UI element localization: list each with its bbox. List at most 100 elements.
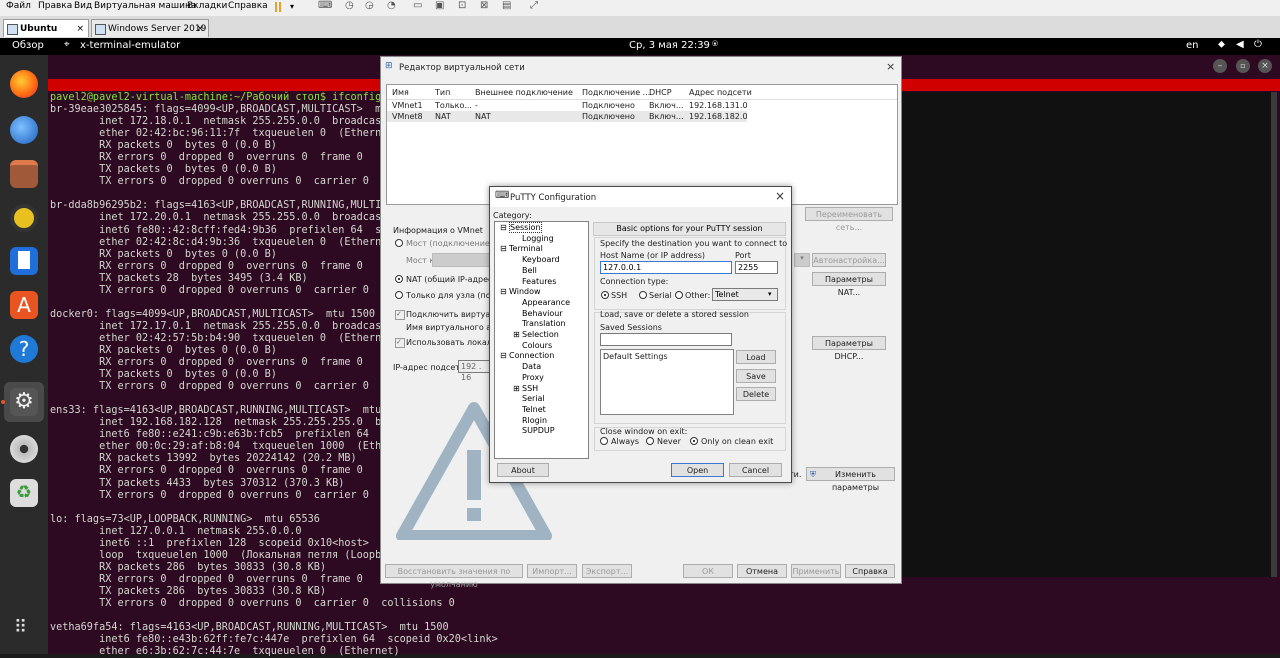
tree-item-bell[interactable]: Bell bbox=[513, 266, 537, 275]
tree-item-data[interactable]: Data bbox=[513, 362, 541, 371]
cancel-button[interactable]: Cancel bbox=[729, 463, 782, 477]
nat-radio[interactable] bbox=[395, 275, 403, 283]
always-radio[interactable] bbox=[600, 437, 608, 445]
serial-radio[interactable] bbox=[639, 291, 647, 299]
close-icon[interactable]: × bbox=[196, 20, 204, 38]
auto-settings-button[interactable]: Автонастройка... bbox=[812, 253, 886, 267]
tree-item-serial[interactable]: Serial bbox=[513, 394, 545, 403]
view-icon[interactable]: ▭ bbox=[413, 0, 422, 11]
snapshot-icon[interactable]: ◷ bbox=[345, 0, 354, 11]
chevron-down-icon[interactable]: ▾ bbox=[290, 2, 294, 11]
close-icon[interactable]: × bbox=[76, 20, 84, 38]
expander-icon[interactable]: ⊟ bbox=[500, 351, 509, 360]
save-button[interactable]: Save bbox=[736, 369, 776, 383]
app-menu[interactable]: x-terminal-emulator bbox=[80, 40, 180, 51]
delete-button[interactable]: Delete bbox=[736, 387, 776, 401]
snapshot-manager-icon[interactable]: ◔ bbox=[387, 0, 396, 11]
cancel-button[interactable]: Отмена bbox=[737, 564, 787, 578]
tree-item-keyboard[interactable]: Keyboard bbox=[513, 255, 560, 264]
menu-file[interactable]: Файл bbox=[6, 1, 31, 11]
unity-icon[interactable]: ▣ bbox=[435, 0, 444, 11]
open-button[interactable]: Open bbox=[671, 463, 724, 477]
nat-settings-button[interactable]: Параметры NAT... bbox=[812, 272, 886, 297]
tree-item-features[interactable]: Features bbox=[513, 277, 556, 286]
show-apps-icon[interactable]: ⠿ bbox=[14, 617, 27, 638]
about-button[interactable]: About bbox=[497, 463, 549, 477]
session-item[interactable]: Default Settings bbox=[603, 352, 668, 361]
rhythmbox-icon[interactable] bbox=[10, 204, 38, 232]
tree-item-proxy[interactable]: Proxy bbox=[513, 373, 544, 382]
dvd-icon[interactable] bbox=[10, 435, 38, 463]
activities-button[interactable]: Обзор bbox=[12, 40, 44, 51]
minimize-icon[interactable]: – bbox=[1213, 59, 1227, 73]
column-header[interactable]: Тип bbox=[435, 88, 450, 97]
tree-item-telnet[interactable]: Telnet bbox=[513, 405, 546, 414]
tree-item-connection[interactable]: ⊟ Connection bbox=[500, 351, 554, 360]
console-icon[interactable]: ▤ bbox=[502, 0, 511, 11]
expander-icon[interactable]: ⊞ bbox=[513, 384, 522, 393]
export-button[interactable]: Экспорт... bbox=[582, 564, 632, 578]
tree-item-supdup[interactable]: SUPDUP bbox=[513, 426, 555, 435]
gear-icon[interactable]: ⚙ bbox=[10, 388, 38, 416]
snapshot-restore-icon[interactable]: ◶ bbox=[365, 0, 374, 11]
scale-icon[interactable]: ⊠ bbox=[480, 0, 488, 11]
help-button[interactable]: Справка bbox=[845, 564, 895, 578]
maximize-icon[interactable]: ▫ bbox=[1236, 59, 1250, 73]
ok-button[interactable]: ОК bbox=[683, 564, 733, 578]
other-radio[interactable] bbox=[675, 291, 683, 299]
host-input[interactable]: 127.0.0.1 bbox=[600, 261, 732, 274]
table-row[interactable]: VMnet8 NAT NAT Подключено Включ... 192.168.18… bbox=[387, 111, 748, 122]
tree-item-ssh[interactable]: ⊞ SSH bbox=[513, 384, 538, 393]
keyboard-layout[interactable]: en bbox=[1186, 40, 1199, 51]
volume-icon[interactable]: ◀ bbox=[1236, 39, 1244, 50]
tab-ubuntu[interactable]: Ubuntu osnov × bbox=[3, 19, 89, 52]
connect-adapter-checkbox[interactable]: ✓ bbox=[395, 310, 405, 320]
bridge-radio[interactable] bbox=[395, 239, 403, 247]
thunderbird-icon[interactable] bbox=[10, 116, 38, 144]
column-header[interactable]: Внешнее подключение bbox=[475, 88, 573, 97]
stretch-icon[interactable]: ⤢ bbox=[530, 0, 538, 11]
change-settings-button[interactable]: ⛨ Изменить параметры bbox=[806, 467, 895, 492]
table-row[interactable]: VMnet1 Только... - Подключено Включ... 192.16… bbox=[387, 100, 748, 111]
rename-network-button[interactable]: Переименовать сеть... bbox=[805, 207, 893, 232]
network-icon[interactable]: ⬥ bbox=[1218, 39, 1225, 50]
column-header[interactable]: Адрес подсети bbox=[689, 88, 752, 97]
terminal-scrollbar[interactable] bbox=[1271, 92, 1277, 577]
tree-item-behaviour[interactable]: Behaviour bbox=[513, 309, 563, 318]
subnet-ip-input[interactable]: 192 . 16 bbox=[458, 360, 490, 382]
expander-icon[interactable]: ⊟ bbox=[500, 287, 509, 296]
power-icon[interactable]: ⏻ bbox=[1254, 39, 1262, 50]
tree-item-appearance[interactable]: Appearance bbox=[513, 298, 570, 307]
dhcp-checkbox[interactable]: ✓ bbox=[395, 338, 405, 348]
menu-help[interactable]: Справка bbox=[228, 1, 268, 11]
files-icon[interactable] bbox=[10, 160, 38, 188]
writer-icon[interactable] bbox=[10, 247, 38, 275]
import-button[interactable]: Импорт... bbox=[527, 564, 577, 578]
fullscreen-icon[interactable]: ⊡ bbox=[458, 0, 466, 11]
chevron-down-icon[interactable]: ▾ bbox=[794, 253, 810, 267]
trash-icon[interactable]: ♻ bbox=[10, 479, 38, 507]
tree-item-logging[interactable]: Logging bbox=[513, 234, 554, 243]
menu-edit[interactable]: Правка bbox=[38, 1, 72, 11]
expander-icon[interactable]: ⊞ bbox=[513, 330, 522, 339]
tree-item-rlogin[interactable]: Rlogin bbox=[513, 416, 547, 425]
close-icon[interactable]: × bbox=[886, 60, 895, 73]
software-icon[interactable]: A bbox=[10, 291, 38, 319]
close-icon[interactable]: × bbox=[775, 189, 785, 203]
clock[interactable]: Ср, 3 мая 22:39 bbox=[629, 40, 710, 51]
firefox-icon[interactable] bbox=[10, 70, 38, 98]
saved-session-input[interactable] bbox=[600, 333, 732, 346]
column-header[interactable]: Имя bbox=[392, 88, 409, 97]
apply-button[interactable]: Применить bbox=[791, 564, 841, 578]
tree-item-session[interactable]: ⊟ Session bbox=[500, 222, 542, 233]
menu-view[interactable]: Вид bbox=[74, 1, 92, 11]
dhcp-settings-button[interactable]: Параметры DHCP... bbox=[812, 336, 886, 361]
restore-defaults-button[interactable]: Восстановить значения по умолчанию bbox=[385, 564, 523, 589]
tree-item-colours[interactable]: Colours bbox=[513, 341, 552, 350]
column-header[interactable]: Подключение ... bbox=[582, 88, 650, 97]
expander-icon[interactable]: ⊟ bbox=[500, 244, 509, 253]
column-header[interactable]: DHCP bbox=[649, 88, 672, 97]
clean-exit-radio[interactable] bbox=[690, 437, 698, 445]
load-button[interactable]: Load bbox=[736, 350, 776, 364]
menu-vm[interactable]: Виртуальная машина bbox=[94, 1, 196, 11]
